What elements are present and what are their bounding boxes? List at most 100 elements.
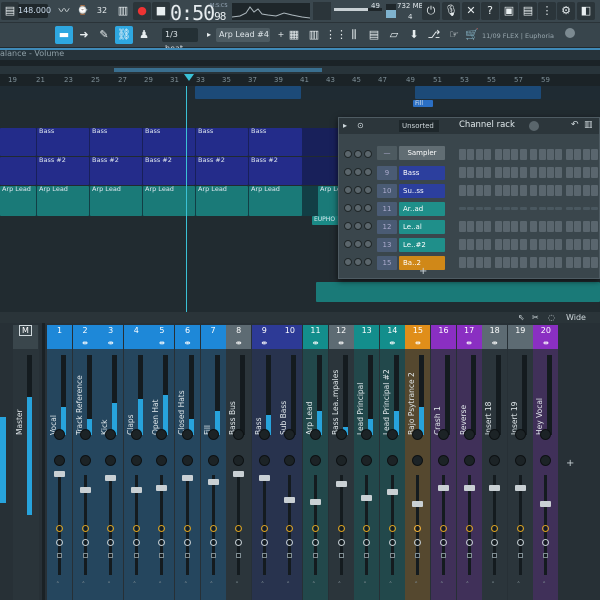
step-button[interactable] — [467, 239, 475, 250]
fx-enable-icon[interactable] — [388, 525, 396, 532]
pattern-selector[interactable]: Arp Lead #4 — [216, 28, 270, 42]
volume-fader[interactable] — [361, 495, 373, 501]
send-indicator[interactable] — [133, 553, 139, 558]
route-arrow-icon[interactable]: ⇼ — [73, 337, 98, 349]
collapse-icon[interactable]: ˄ — [261, 581, 265, 589]
step-button[interactable] — [574, 185, 582, 196]
bass2-clip[interactable]: Bass #2 — [90, 157, 142, 185]
wrench-icon[interactable]: ✕ — [462, 2, 480, 20]
mixer-strip[interactable]: 17 ⇼ Reverse ˄ — [456, 325, 482, 600]
channel-rack-icon[interactable]: ⋮⋮ — [325, 26, 347, 44]
volume-knob[interactable] — [364, 168, 372, 176]
step-button[interactable] — [484, 207, 492, 210]
step-button[interactable] — [475, 149, 483, 160]
step-button[interactable] — [467, 149, 475, 160]
stop-icon[interactable]: ■ — [152, 2, 170, 20]
fx-enable-icon[interactable] — [542, 525, 550, 532]
pattern-mode-button[interactable]: 32 — [93, 2, 111, 20]
fx-enable-icon[interactable] — [107, 525, 115, 532]
pan-knob[interactable] — [105, 429, 117, 440]
step-button[interactable] — [538, 149, 546, 160]
pan-knob[interactable] — [361, 429, 373, 440]
step-button[interactable] — [530, 239, 538, 250]
step-button[interactable] — [511, 207, 519, 210]
step-button[interactable] — [503, 185, 510, 196]
mixer-strip[interactable]: 15 ⇼ Bajo Psytrance 2 ˄ — [405, 325, 431, 600]
pan-knob[interactable] — [489, 429, 501, 440]
collapse-icon[interactable]: ˄ — [440, 581, 444, 589]
channel-name[interactable]: Ar..ad — [399, 202, 445, 216]
step-button[interactable] — [555, 185, 563, 196]
record-arm-icon[interactable] — [491, 539, 499, 546]
record-arm-icon[interactable] — [209, 539, 217, 546]
fx-enable-icon[interactable] — [516, 525, 524, 532]
bass2-clip[interactable]: Bass #2 — [143, 157, 195, 185]
arp-clip[interactable]: Arp Lead — [0, 186, 36, 216]
collapse-icon[interactable]: ˄ — [389, 581, 393, 589]
step-button[interactable] — [547, 239, 554, 250]
sliders-icon[interactable]: ⋮ — [538, 2, 556, 20]
step-button[interactable] — [547, 185, 554, 196]
step-button[interactable] — [519, 149, 527, 160]
volume-knob[interactable] — [364, 222, 372, 230]
fx-enable-icon[interactable] — [209, 525, 217, 532]
route-arrow-icon[interactable]: ⇼ — [380, 337, 405, 349]
step-button[interactable] — [547, 257, 554, 268]
channel-mixer-num[interactable]: 10 — [377, 184, 397, 198]
collapse-icon[interactable]: ˄ — [56, 581, 60, 589]
step-button[interactable] — [459, 239, 466, 250]
fx-enable-icon[interactable] — [158, 525, 166, 532]
channel-mixer-num[interactable]: 9 — [377, 166, 397, 180]
step-button[interactable] — [519, 185, 527, 196]
step-button[interactable] — [582, 167, 590, 178]
stereo-knob[interactable] — [540, 455, 552, 466]
playhead-marker-icon[interactable] — [184, 74, 194, 81]
pan-knob[interactable] — [412, 429, 424, 440]
step-button[interactable] — [547, 221, 554, 232]
step-edit-icon[interactable]: ▥ — [114, 2, 132, 20]
step-button[interactable] — [503, 257, 510, 268]
volume-fader[interactable] — [310, 499, 321, 505]
route-arrow-icon[interactable]: ⇼ — [329, 337, 354, 349]
pan-knob[interactable] — [207, 429, 219, 440]
send-indicator[interactable] — [415, 553, 421, 558]
pan-knob[interactable] — [79, 429, 91, 440]
step-button[interactable] — [511, 221, 519, 232]
step-button[interactable] — [503, 239, 510, 250]
record-arm-icon[interactable] — [286, 539, 294, 546]
mixer-strip[interactable]: 8 ⇼ Bass Bus ˄ — [226, 325, 252, 600]
volume-fader[interactable] — [156, 485, 168, 491]
send-indicator[interactable] — [287, 553, 293, 558]
mixer-view-icon[interactable]: ◌ — [548, 313, 555, 322]
mixer-strip[interactable]: 7 Fill ˄ — [200, 325, 226, 600]
stereo-knob[interactable] — [463, 455, 475, 466]
step-button[interactable] — [555, 239, 563, 250]
channel-mixer-num[interactable]: 15 — [377, 256, 397, 270]
send-indicator[interactable] — [261, 553, 267, 558]
step-button[interactable] — [511, 167, 519, 178]
step-button[interactable] — [591, 207, 598, 210]
step-button[interactable] — [591, 167, 598, 178]
record-arm-icon[interactable] — [388, 539, 396, 546]
route-arrow-icon[interactable]: ⇼ — [533, 337, 558, 349]
step-button[interactable] — [538, 221, 546, 232]
send-indicator[interactable] — [236, 553, 242, 558]
step-button[interactable] — [565, 185, 573, 196]
send-indicator[interactable] — [492, 553, 498, 558]
step-button[interactable] — [565, 207, 573, 210]
bass-clip[interactable]: Bass — [196, 128, 248, 156]
step-button[interactable] — [475, 185, 483, 196]
step-button[interactable] — [519, 167, 527, 178]
mute-led[interactable] — [344, 258, 352, 266]
volume-fader[interactable] — [386, 489, 398, 495]
record-arm-icon[interactable] — [465, 539, 473, 546]
record-arm-icon[interactable] — [440, 539, 447, 546]
record-arm-icon[interactable] — [158, 539, 166, 546]
step-button[interactable] — [582, 239, 590, 250]
snap-selector[interactable]: 1/3 beat — [162, 28, 198, 53]
step-button[interactable] — [574, 207, 582, 210]
collapse-icon[interactable]: ˄ — [466, 581, 470, 589]
mixer-strip[interactable]: 2 ⇼ Track Reference ˄ — [72, 325, 98, 600]
route-arrow-icon[interactable]: ⇼ — [98, 337, 123, 349]
collapse-icon[interactable]: ˄ — [133, 581, 137, 589]
